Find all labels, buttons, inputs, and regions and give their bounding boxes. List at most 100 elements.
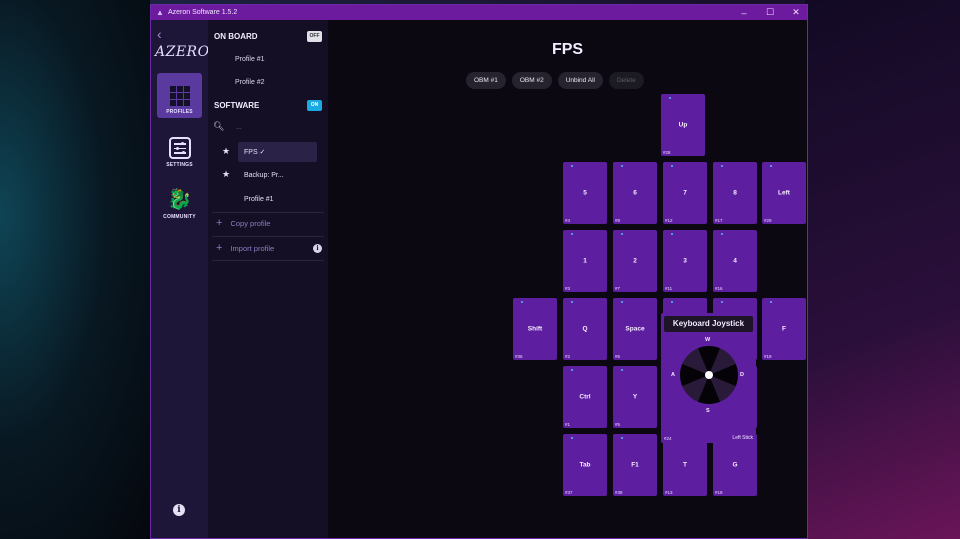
nav-settings[interactable]: SETTINGS [157, 126, 202, 171]
key-label: Left [778, 189, 790, 197]
key-label: G [732, 461, 738, 469]
grid-icon [169, 86, 190, 106]
key-button[interactable]: 5 #4 [563, 162, 607, 224]
software-profile-label: Backup: Pr... [244, 171, 284, 179]
key-number: #12 [665, 218, 673, 223]
key-number: #7 [615, 286, 621, 291]
key-button[interactable]: 8 #17 [713, 162, 757, 224]
star-icon[interactable]: ★ [222, 169, 230, 180]
joystick-title: Keyboard Joystick [664, 316, 753, 332]
joystick-stick-label: Left Stick [732, 435, 753, 441]
close-button[interactable]: ✕ [791, 7, 801, 18]
onboard-title: ON BOARD [214, 32, 258, 41]
key-button[interactable]: 4 #16 [713, 230, 757, 292]
key-button[interactable]: 6 #8 [613, 162, 657, 224]
obm2-button[interactable]: OBM #2 [511, 72, 552, 89]
status-dot [521, 301, 523, 303]
key-button[interactable]: 1 #3 [563, 230, 607, 292]
key-number: #1 [565, 422, 571, 427]
minimize-button[interactable]: – [739, 8, 749, 18]
status-dot [621, 301, 623, 303]
key-number: #28 [663, 150, 671, 155]
window-title: Azeron Software 1.5.2 [168, 9, 238, 16]
status-dot [621, 369, 623, 371]
software-profile-1[interactable]: Profile #1 [238, 189, 317, 209]
key-button[interactable]: Shift #36 [513, 298, 557, 360]
onboard-toggle[interactable]: OFF [307, 31, 322, 42]
key-button[interactable]: Tab #37 [563, 434, 607, 496]
key-number: #8 [615, 218, 621, 223]
key-number: #3 [565, 286, 571, 291]
key-number: #16 [715, 286, 723, 291]
desktop-background-right [805, 0, 960, 539]
joystick-right-label: D [740, 372, 744, 378]
sliders-icon [168, 137, 191, 159]
onboard-profile-2[interactable]: Profile #2 [235, 79, 265, 86]
key-number: #6 [615, 354, 621, 359]
key-button[interactable]: F1 #38 [613, 434, 657, 496]
key-button[interactable]: G #18 [713, 434, 757, 496]
software-title: SOFTWARE [214, 101, 260, 110]
key-button[interactable]: 3 #11 [663, 230, 707, 292]
key-label: Tab [579, 461, 591, 469]
key-button[interactable]: Left #29 [762, 162, 806, 224]
key-label: 7 [683, 189, 687, 197]
obm1-button[interactable]: OBM #1 [466, 72, 506, 89]
key-number: #18 [715, 490, 723, 495]
maximize-button[interactable]: ☐ [765, 7, 775, 18]
key-label: Shift [527, 325, 543, 333]
key-button[interactable]: 2 #7 [613, 230, 657, 292]
key-label: 5 [583, 189, 587, 197]
status-dot [621, 437, 623, 439]
status-dot [770, 165, 772, 167]
software-profile-fps[interactable]: FPS ✓ [238, 142, 317, 162]
import-info-icon[interactable]: i [313, 244, 322, 253]
key-label: 8 [733, 189, 737, 197]
key-button[interactable]: Q #2 [563, 298, 607, 360]
nav-community[interactable]: 🐉 COMMUNITY [157, 178, 202, 223]
status-dot [571, 301, 573, 303]
key-button[interactable]: 7 #12 [663, 162, 707, 224]
delete-button[interactable]: Delete [608, 72, 644, 89]
plus-icon: + [216, 217, 223, 229]
back-button[interactable]: ‹ [157, 26, 162, 42]
key-label: 6 [633, 189, 637, 197]
profile-search-input[interactable] [234, 120, 318, 134]
main-nav: ‹ AZERON PROFILES SETTINGS 🐉 COMMUNITY i [151, 20, 222, 538]
nav-profiles[interactable]: PROFILES [157, 73, 202, 118]
key-label: 2 [633, 257, 637, 265]
key-label: F [782, 325, 786, 333]
status-dot [721, 165, 723, 167]
key-label: 3 [683, 257, 687, 265]
key-button[interactable]: Ctrl #1 [563, 366, 607, 428]
copy-profile-button[interactable]: + Copy profile [216, 217, 270, 229]
key-button[interactable]: Up #28 [661, 94, 705, 156]
keyboard-joystick[interactable]: Keyboard Joystick W A D S #24 Left Stick [661, 313, 756, 443]
key-button[interactable]: Space #6 [613, 298, 657, 360]
status-dot [721, 301, 723, 303]
key-number: #38 [615, 490, 623, 495]
status-dot [671, 301, 673, 303]
software-profile-backup[interactable]: Backup: Pr... [238, 165, 317, 185]
key-button[interactable]: F #19 [762, 298, 806, 360]
key-label: Q [582, 325, 588, 333]
onboard-profile-1[interactable]: Profile #1 [235, 56, 265, 63]
software-toggle[interactable]: ON [307, 100, 322, 111]
joystick-number: #24 [664, 436, 672, 441]
status-dot [571, 369, 573, 371]
info-icon[interactable]: i [173, 504, 185, 516]
divider [212, 236, 324, 237]
key-number: #37 [565, 490, 573, 495]
key-label: 1 [583, 257, 587, 265]
joystick-center [705, 371, 713, 379]
star-icon[interactable]: ★ [222, 146, 230, 157]
status-dot [671, 233, 673, 235]
nav-settings-label: SETTINGS [166, 162, 193, 168]
key-button[interactable]: Y #5 [613, 366, 657, 428]
desktop-background-left [0, 0, 150, 539]
import-profile-button[interactable]: + Import profile [216, 242, 274, 254]
key-number: #29 [764, 218, 772, 223]
page-title: FPS [551, 41, 584, 58]
unbind-all-button[interactable]: Unbind All [557, 72, 603, 89]
key-button[interactable]: T #13 [663, 434, 707, 496]
